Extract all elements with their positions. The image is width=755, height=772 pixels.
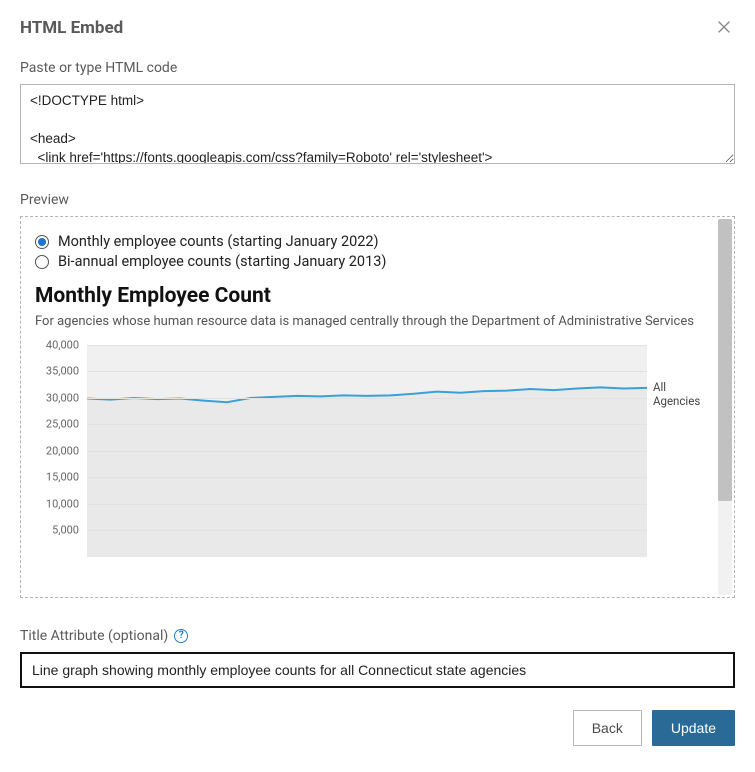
chart-plot bbox=[87, 345, 647, 557]
preview-label: Preview bbox=[20, 192, 735, 208]
back-button[interactable]: Back bbox=[573, 710, 642, 746]
dialog-title: HTML Embed bbox=[20, 18, 123, 38]
chart-ytick: 35,000 bbox=[46, 365, 79, 378]
chart-ytick: 10,000 bbox=[46, 497, 79, 510]
code-label: Paste or type HTML code bbox=[20, 60, 735, 76]
radio-monthly-label: Monthly employee counts (starting Januar… bbox=[58, 233, 379, 250]
title-attribute-input[interactable] bbox=[20, 652, 735, 688]
radio-icon bbox=[35, 235, 49, 249]
title-attr-label: Title Attribute (optional) bbox=[20, 628, 168, 644]
chart-title: Monthly Employee Count bbox=[35, 284, 724, 308]
close-icon[interactable] bbox=[715, 18, 735, 38]
chart-ytick: 5,000 bbox=[52, 524, 79, 537]
radio-biannual-label: Bi-annual employee counts (starting Janu… bbox=[58, 253, 386, 270]
chart-ytick: 25,000 bbox=[46, 418, 79, 431]
chart-ytick: 40,000 bbox=[46, 338, 79, 351]
preview-scrollbar[interactable] bbox=[718, 219, 732, 595]
radio-icon bbox=[35, 255, 49, 269]
help-icon[interactable]: ? bbox=[174, 629, 188, 643]
chart-ytick: 20,000 bbox=[46, 444, 79, 457]
chart-ytick: 30,000 bbox=[46, 391, 79, 404]
preview-pane: Monthly employee counts (starting Januar… bbox=[20, 216, 735, 598]
chart-area: AllAgencies 5,000 10,000 15,000 20,000 25,00… bbox=[35, 341, 715, 561]
preview-scroll-thumb[interactable] bbox=[718, 219, 732, 501]
html-code-textarea[interactable] bbox=[20, 84, 735, 164]
chart-legend: AllAgencies bbox=[653, 381, 700, 409]
chart-ytick: 15,000 bbox=[46, 471, 79, 484]
radio-monthly[interactable]: Monthly employee counts (starting Januar… bbox=[35, 233, 724, 250]
update-button[interactable]: Update bbox=[652, 710, 735, 746]
radio-biannual[interactable]: Bi-annual employee counts (starting Janu… bbox=[35, 253, 724, 270]
chart-description: For agencies whose human resource data i… bbox=[35, 313, 724, 331]
